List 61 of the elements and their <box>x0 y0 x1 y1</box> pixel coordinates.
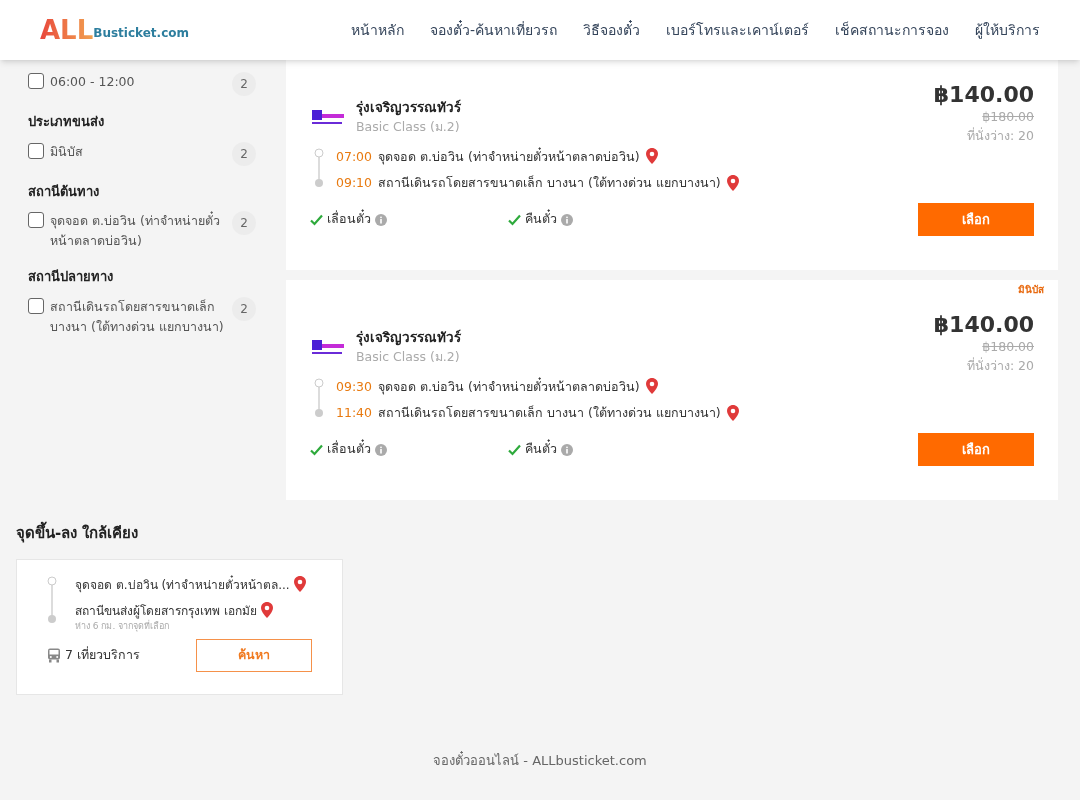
time-label: 11:40 <box>336 404 373 423</box>
nav-link[interactable]: หน้าหลัก <box>350 19 404 41</box>
nav-link[interactable]: เช็คสถานะการจอง <box>835 19 949 41</box>
count-badge: 2 <box>232 141 256 166</box>
filter-option-label: จุดจอด ต.บ่อวิน (ท่าจำหน่ายตั๋วหน้าตลาดบ่อวิน) <box>50 211 221 250</box>
seats-available: ที่นั่งว่าง: 20 <box>966 356 1034 375</box>
bus-type-label: มินิบัส <box>1018 283 1044 297</box>
feature-label: เลื่อนตั๋ว <box>327 440 371 459</box>
stop-name: จุดจอด ต.บ่อวิน (ท่าจำหน่ายตั๋วหน้าตล... <box>75 575 290 594</box>
checkbox[interactable] <box>28 73 44 89</box>
nav-link[interactable]: เบอร์โทรและเคาน์เตอร์ <box>666 19 809 41</box>
original-price: ฿180.00 <box>982 338 1034 356</box>
count-badge: 2 <box>232 72 256 96</box>
bus-icon <box>47 648 61 663</box>
stop-name: สถานีเดินรถโดยสารขนาดเล็ก บางนา (ใต้ทางด่วน แยกบางนา) <box>378 174 721 193</box>
nav-link[interactable]: จองตั๋ว-ค้นหาเที่ยวรถ <box>429 19 557 41</box>
stop-name: จุดจอด ต.บ่อวิน (ท่าจำหน่ายตั๋วหน้าตลาดบ่อวิน) <box>378 147 640 167</box>
checkbox[interactable] <box>28 142 44 159</box>
ticket-price: ฿140.00 <box>933 82 1034 108</box>
section-heading: จุดขึ้น-ลง ใกล้เคียง <box>16 522 1080 545</box>
filter-heading: สถานีปลายทาง <box>28 268 114 286</box>
operator-name: รุ่งเจริญวรรณทัวร์ <box>356 328 461 348</box>
feature-label: คืนตั๋ว <box>525 210 557 229</box>
checkbox[interactable] <box>28 212 44 228</box>
checkbox[interactable] <box>28 297 44 314</box>
time-label: 09:30 <box>336 377 373 396</box>
filter-heading: สถานีต้นทาง <box>28 182 100 201</box>
time-label: 07:00 <box>336 147 373 166</box>
trip-count: 7 เที่ยวบริการ <box>65 646 140 665</box>
feature-label: คืนตั๋ว <box>525 440 557 459</box>
count-badge: 2 <box>232 211 256 235</box>
original-price: ฿180.00 <box>982 108 1034 126</box>
map-pin-icon <box>293 576 306 593</box>
footer-text: จองตั๋วออนไลน์ - ALLbusticket.com <box>433 750 647 770</box>
time-label: 09:10 <box>336 174 373 193</box>
stop-name: จุดจอด ต.บ่อวิน (ท่าจำหน่ายตั๋วหน้าตลาดบ่อวิน) <box>378 377 640 397</box>
map-pin-icon <box>645 378 658 396</box>
filter-option-label: มินิบัส <box>50 142 84 161</box>
seats-available: ที่นั่งว่าง: 20 <box>966 126 1034 145</box>
distance-note: ห่าง 6 กม. จากจุดที่เลือก <box>75 619 170 633</box>
filter-option-label: สถานีเดินรถโดยสารขนาดเล็ก บางนา (ใต้ทางด่วน แยกบางนา) <box>50 297 225 336</box>
bus-class: Basic Class (ม.2) <box>356 347 461 366</box>
nav-link[interactable]: วิธีจองตั๋ว <box>583 19 640 41</box>
count-badge: 2 <box>232 296 256 321</box>
map-pin-icon <box>260 602 273 619</box>
bus-class: Basic Class (ม.2) <box>356 117 461 136</box>
nav-link[interactable]: ผู้ให้บริการ <box>975 19 1040 41</box>
filter-heading: ประเภทขนส่ง <box>28 113 105 131</box>
stop-name: สถานีขนส่งผู้โดยสารกรุงเทพ เอกมัย <box>75 602 257 619</box>
map-pin-icon <box>726 405 739 423</box>
map-pin-icon <box>726 175 739 193</box>
filter-option-label: 06:00 - 12:00 <box>50 73 136 91</box>
site-logo[interactable]: ALLBusticket.com <box>40 17 189 43</box>
feature-label: เลื่อนตั๋ว <box>327 210 371 229</box>
route-timeline <box>314 377 324 418</box>
stop-name: สถานีเดินรถโดยสารขนาดเล็ก บางนา (ใต้ทางด่วน แยกบางนา) <box>378 404 721 423</box>
route-timeline <box>47 575 57 624</box>
ticket-price: ฿140.00 <box>933 312 1034 338</box>
route-timeline <box>314 147 324 188</box>
operator-name: รุ่งเจริญวรรณทัวร์ <box>356 98 461 118</box>
map-pin-icon <box>645 148 658 166</box>
